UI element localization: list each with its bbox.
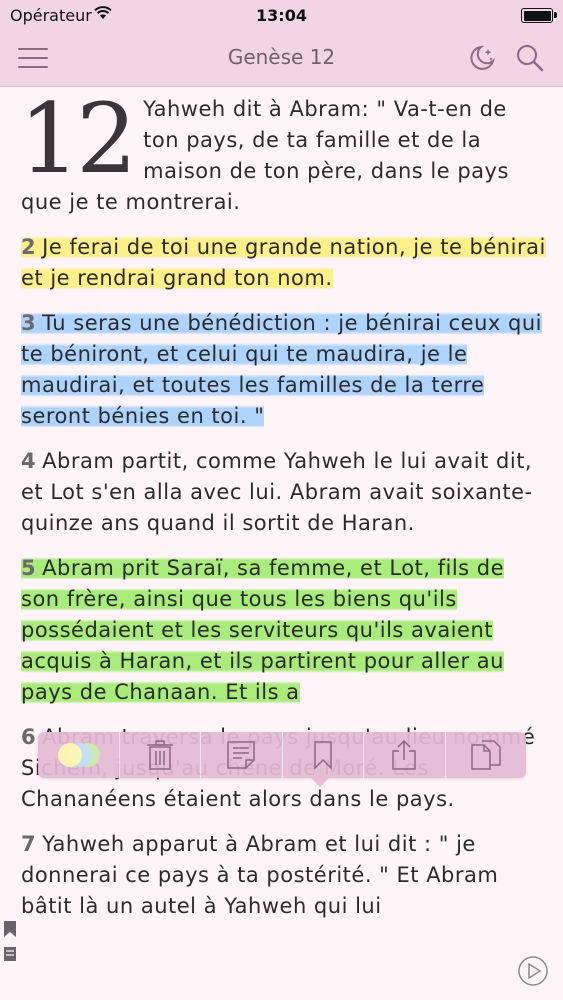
verse-text: Tu seras une bénédiction : je bénirai ce… [21, 311, 542, 428]
verse-5[interactable]: 5 Abram prit Saraï, sa femme, et Lot, fil… [21, 553, 546, 708]
play-icon[interactable] [517, 955, 549, 991]
share-icon[interactable] [364, 732, 446, 778]
verse-text: Abram partit, comme Yahweh le lui avait … [21, 449, 533, 535]
note-icon[interactable] [201, 732, 283, 778]
verse-text: Yahweh apparut à Abram et lui dit : " je… [21, 832, 499, 918]
verse-7[interactable]: 7 Yahweh apparut à Abram et lui dit : " j… [21, 829, 546, 922]
verse-text: Je ferai de toi une grande nation, je te… [21, 235, 546, 290]
color-picker-icon[interactable] [38, 732, 120, 778]
bookmark-icon[interactable] [283, 732, 364, 778]
verse-number: 2 [21, 235, 37, 259]
navigation-bar: Genèse 12 [0, 30, 563, 87]
verse-number: 5 [21, 556, 37, 580]
verse-text: Abram prit Saraï, sa femme, et Lot, fils… [21, 556, 505, 704]
verse-2[interactable]: 2 Je ferai de toi une grande nation, je t… [21, 232, 546, 294]
note-marker-icon[interactable] [3, 946, 17, 966]
chapter-text: 12 Yahweh dit à Abram: " Va-t-en de ton … [19, 83, 546, 936]
trash-icon[interactable] [120, 732, 201, 778]
verse-1[interactable]: 12 Yahweh dit à Abram: " Va-t-en de ton … [19, 83, 546, 218]
clock: 13:04 [256, 6, 307, 25]
highlighted-verse: 2 Je ferai de toi une grande nation, je t… [21, 234, 546, 291]
verse-number: 4 [21, 449, 37, 473]
verse-4[interactable]: 4 Abram partit, comme Yahweh le lui avait… [21, 446, 546, 539]
verse-number: 6 [21, 725, 37, 749]
copy-icon[interactable] [446, 732, 527, 778]
verse-3[interactable]: 3 Tu seras une bénédiction : je bénirai c… [21, 308, 546, 432]
highlighted-verse: 5 Abram prit Saraï, sa femme, et Lot, fil… [21, 555, 505, 705]
bookmark-marker-icon[interactable] [3, 920, 17, 942]
status-bar: Opérateur 13:04 [0, 0, 563, 30]
chapter-number: 12 [19, 83, 137, 195]
verse-number: 3 [21, 311, 37, 335]
battery-icon [521, 8, 557, 23]
search-icon[interactable] [515, 43, 545, 77]
highlighted-verse: 3 Tu seras une bénédiction : je bénirai c… [21, 310, 542, 429]
verse-number: 7 [21, 832, 37, 856]
verse-action-toolbar [38, 732, 527, 787]
verse-markers [3, 920, 17, 966]
night-mode-icon[interactable] [467, 43, 497, 77]
